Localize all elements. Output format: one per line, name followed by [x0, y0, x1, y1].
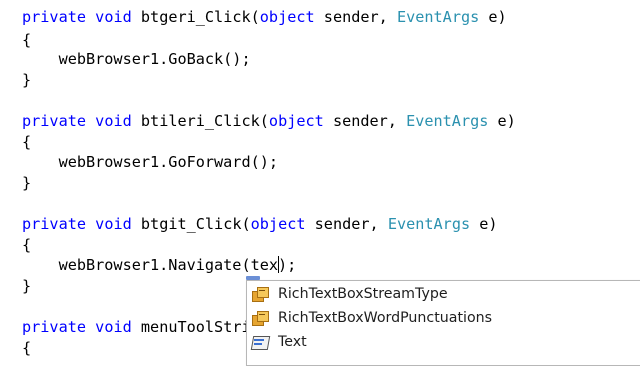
enum-icon [251, 309, 269, 327]
keyword: private [22, 215, 87, 233]
keyword: void [95, 8, 132, 26]
intellisense-item[interactable]: RichTextBoxWordPunctuations [251, 307, 492, 329]
keyword: object [259, 8, 315, 26]
intellisense-popup[interactable]: RichTextBoxStreamType RichTextBoxWordPun… [246, 280, 640, 366]
method-name: btgit_Click( [140, 215, 251, 233]
code-line: } [22, 71, 32, 89]
code-text-after-caret: ); [278, 256, 297, 274]
enum-icon [251, 285, 269, 303]
code-line: private void btgit_Click(object sender, … [22, 213, 498, 235]
param-text: e) [470, 215, 498, 233]
code-line: webBrowser1.GoForward(); [22, 153, 279, 171]
keyword: void [95, 112, 132, 130]
type-name: EventArgs [396, 8, 480, 26]
param-text: e) [479, 8, 507, 26]
type-name: EventArgs [406, 112, 489, 130]
type-name: EventArgs [387, 215, 471, 233]
keyword: object [250, 215, 306, 233]
intellisense-item-label: RichTextBoxStreamType [278, 286, 448, 302]
code-line: { [22, 236, 32, 254]
method-name: menuToolStri [140, 318, 251, 336]
code-line: { [22, 133, 32, 151]
property-icon [250, 333, 271, 351]
intellisense-item-label: RichTextBoxWordPunctuations [278, 310, 493, 326]
code-line: private void menuToolStri [22, 316, 251, 338]
keyword: private [22, 112, 87, 130]
intellisense-item-label: Text [278, 334, 307, 350]
code-line: private void btgeri_Click(object sender,… [22, 6, 507, 28]
code-text-before-caret: webBrowser1.Navigate(tex [22, 256, 279, 274]
intellisense-item[interactable]: Text [250, 331, 307, 353]
code-line: } [22, 174, 32, 192]
code-line: private void btileri_Click(object sender… [22, 110, 516, 132]
keyword: void [95, 318, 132, 336]
method-name: btileri_Click( [140, 112, 269, 130]
keyword: private [22, 8, 87, 26]
param-text: sender, [314, 8, 397, 26]
code-line: } [22, 277, 32, 295]
param-text: sender, [305, 215, 388, 233]
keyword: void [95, 215, 132, 233]
code-line-active[interactable]: webBrowser1.Navigate(tex); [22, 254, 296, 276]
keyword: object [268, 112, 324, 130]
keyword: private [22, 318, 87, 336]
param-text: e) [488, 112, 516, 130]
code-line: { [22, 339, 32, 357]
code-line: webBrowser1.GoBack(); [22, 50, 251, 68]
intellisense-item[interactable]: RichTextBoxStreamType [251, 283, 448, 305]
method-name: btgeri_Click( [140, 8, 260, 26]
param-text: sender, [323, 112, 407, 130]
